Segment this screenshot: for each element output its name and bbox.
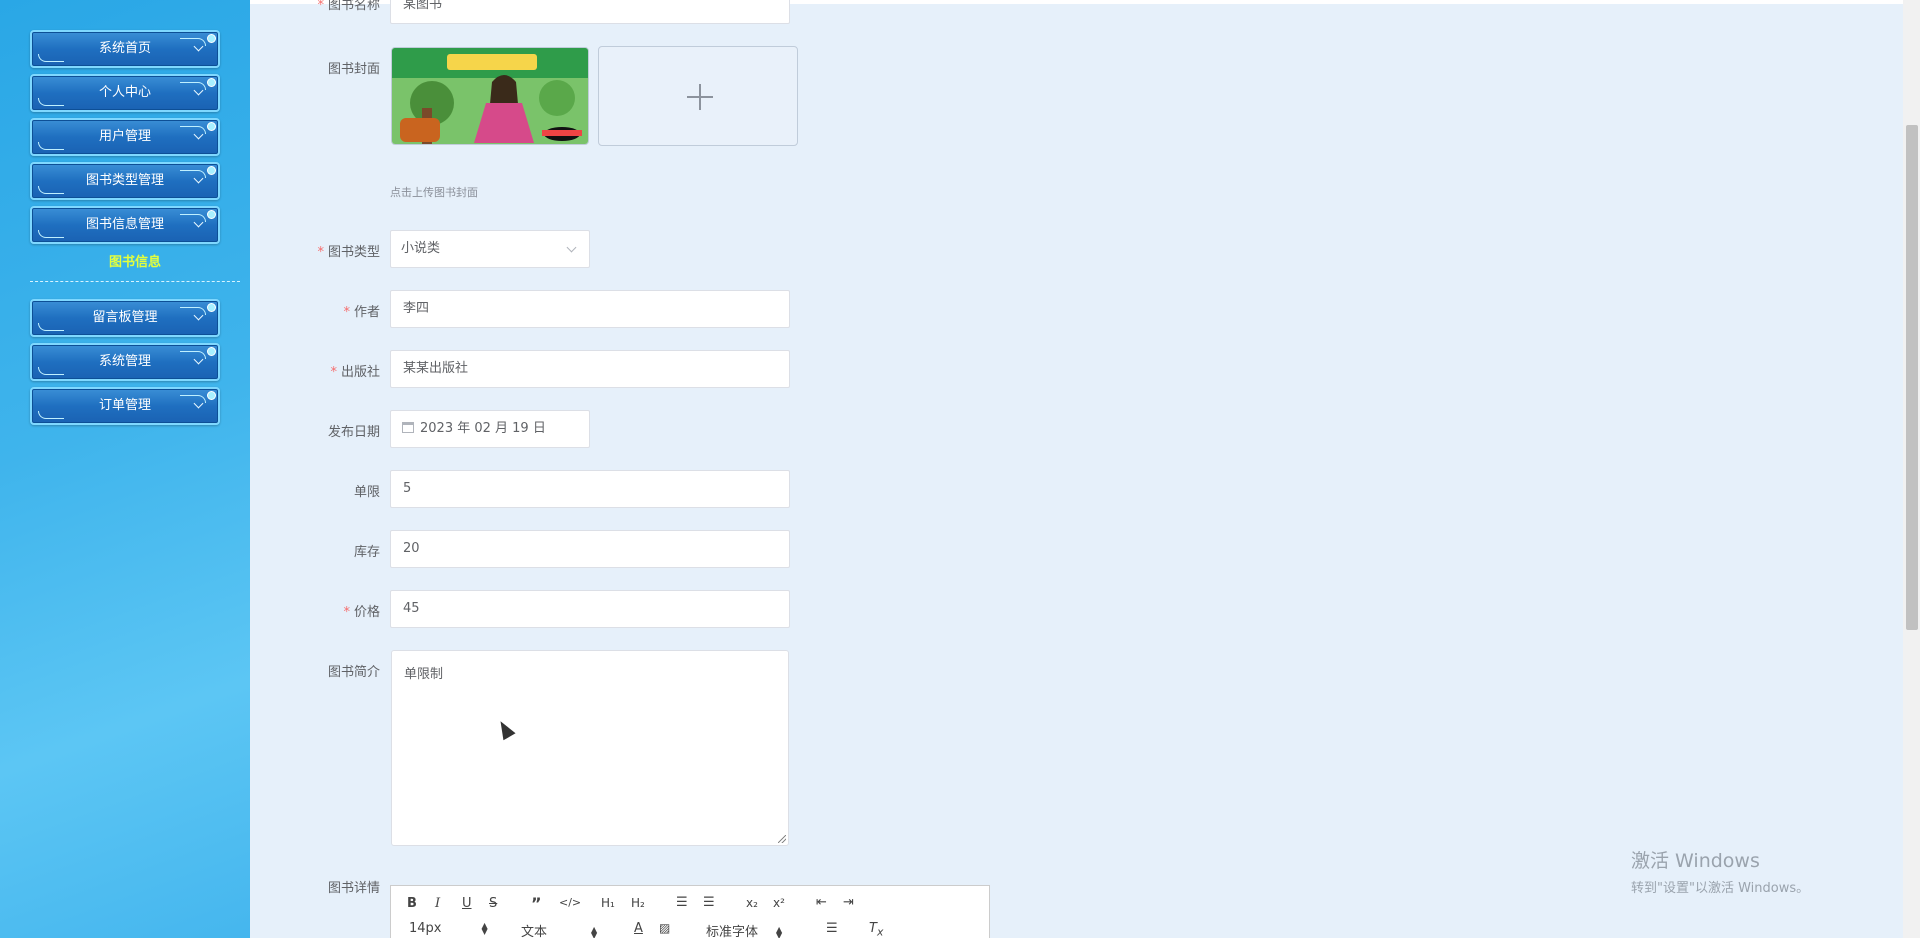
cover-image[interactable] [391, 47, 589, 145]
chevron-down-icon [566, 242, 577, 253]
scrollbar-thumb[interactable] [1906, 125, 1918, 630]
menu-item-label: 系统首页 [98, 41, 151, 56]
type-select-value: 小说类 [401, 241, 441, 256]
detail-label: 图书详情 [327, 881, 380, 896]
menu-dot-icon [207, 78, 216, 87]
intro-text: 单限制 [404, 667, 444, 682]
menu-dot-icon [207, 210, 216, 219]
menu-item-label: 个人中心 [98, 85, 151, 100]
font-size-picker[interactable]: 14px ▲ ▼ [409, 921, 488, 936]
submenu-item-book-info[interactable]: 图书信息 [30, 252, 240, 282]
ordered-list-icon[interactable]: ☰ [676, 895, 688, 910]
background-color-icon[interactable]: ▨ [659, 921, 670, 935]
text-style-picker[interactable]: 文本 ▲ ▼ [521, 921, 597, 938]
menu-dot-icon [207, 391, 216, 400]
menu-item-label: 用户管理 [98, 129, 151, 144]
menu-dot-icon [207, 34, 216, 43]
publisher-label: * 出版社 [330, 365, 380, 380]
menu-dot-icon [207, 122, 216, 131]
heading-1-icon[interactable]: H₁ [601, 896, 615, 910]
limit-input[interactable]: 5 [390, 470, 790, 508]
menu-item-user-management[interactable]: 用户管理 [30, 118, 220, 156]
sidebar: 系统首页 个人中心 用户管理 图书类型管理 图书信息管理 图书信息 留言板管理 … [0, 0, 250, 938]
menu-item-personal-center[interactable]: 个人中心 [30, 74, 220, 112]
menu-item-book-type-management[interactable]: 图书类型管理 [30, 162, 220, 200]
type-label: * 图书类型 [317, 245, 380, 260]
strikethrough-icon[interactable]: S [489, 896, 497, 911]
watermark-subtitle: 转到"设置"以激活 Windows。 [1631, 881, 1810, 896]
font-family-value: 标准字体 [706, 925, 759, 938]
intro-textarea[interactable]: 单限制 [391, 650, 789, 846]
menu-item-label: 订单管理 [98, 398, 151, 413]
publisher-input[interactable]: 某某出版社 [390, 350, 790, 388]
menu-item-message-board[interactable]: 留言板管理 [30, 299, 220, 337]
code-icon[interactable]: </> [559, 896, 581, 909]
underline-icon[interactable]: U [462, 896, 472, 911]
outdent-icon[interactable]: ⇤ [816, 895, 827, 910]
calendar-icon [402, 422, 414, 433]
name-input[interactable]: 某图书 [390, 0, 790, 24]
type-select[interactable]: 小说类 [390, 230, 590, 268]
menu-item-order-management[interactable]: 订单管理 [30, 387, 220, 425]
text-style-value: 文本 [521, 925, 548, 938]
blockquote-icon[interactable]: ” [531, 894, 542, 913]
cover-illustration [392, 48, 588, 144]
watermark-title: 激活 Windows [1631, 850, 1760, 872]
publish-date-picker[interactable]: 2023 年 02 月 19 日 [390, 410, 590, 448]
bold-icon[interactable]: B [407, 896, 417, 911]
menu-item-label: 系统管理 [98, 354, 151, 369]
clear-format-icon[interactable]: Tx [869, 921, 883, 938]
limit-label: 单限 [353, 485, 380, 500]
publish-date-label: 发布日期 [327, 425, 380, 440]
updown-icon: ▲ ▼ [481, 920, 488, 936]
publish-date-value: 2023 年 02 月 19 日 [420, 421, 546, 436]
cover-label: 图书封面 [327, 62, 380, 77]
windows-activation-watermark: 激活 Windows 转到"设置"以激活 Windows。 [1631, 846, 1809, 896]
menu-item-home[interactable]: 系统首页 [30, 30, 220, 68]
vertical-scrollbar[interactable] [1903, 0, 1920, 938]
price-input[interactable]: 45 [390, 590, 790, 628]
align-icon[interactable]: ☰ [826, 921, 838, 936]
menu-dot-icon [207, 347, 216, 356]
bullet-list-icon[interactable]: ☰ [703, 895, 715, 910]
menu-item-book-info-management[interactable]: 图书信息管理 [30, 206, 220, 244]
font-size-value: 14px [409, 921, 442, 936]
menu-item-label: 图书类型管理 [85, 173, 164, 188]
menu-dot-icon [207, 166, 216, 175]
updown-icon: ▲ ▼ [591, 924, 598, 938]
updown-icon: ▲ ▼ [776, 924, 783, 938]
italic-icon[interactable]: I [435, 896, 440, 911]
subscript-icon[interactable]: x₂ [746, 896, 758, 910]
intro-label: 图书简介 [327, 665, 380, 680]
stock-label: 库存 [353, 545, 380, 560]
cover-upload-button[interactable] [598, 46, 798, 146]
author-label: * 作者 [343, 305, 380, 320]
heading-2-icon[interactable]: H₂ [631, 896, 645, 910]
font-color-icon[interactable]: A [634, 921, 643, 936]
indent-icon[interactable]: ⇥ [843, 895, 854, 910]
menu-dot-icon [207, 303, 216, 312]
resize-handle-icon[interactable] [778, 835, 786, 843]
menu-item-label: 图书信息管理 [85, 217, 164, 232]
font-family-picker[interactable]: 标准字体 ▲ ▼ [706, 921, 782, 938]
price-label: * 价格 [343, 605, 380, 620]
stock-input[interactable]: 20 [390, 530, 790, 568]
menu-item-label: 留言板管理 [92, 310, 158, 325]
name-label: * 图书名称 [317, 0, 380, 13]
author-input[interactable]: 李四 [390, 290, 790, 328]
cover-upload-tip: 点击上传图书封面 [390, 186, 478, 199]
menu-item-system-management[interactable]: 系统管理 [30, 343, 220, 381]
rich-text-editor[interactable]: B I U S ” </> H₁ H₂ ☰ ☰ x₂ x² ⇤ ⇥ 14px ▲ ▼… [390, 885, 990, 938]
superscript-icon[interactable]: x² [773, 896, 785, 910]
